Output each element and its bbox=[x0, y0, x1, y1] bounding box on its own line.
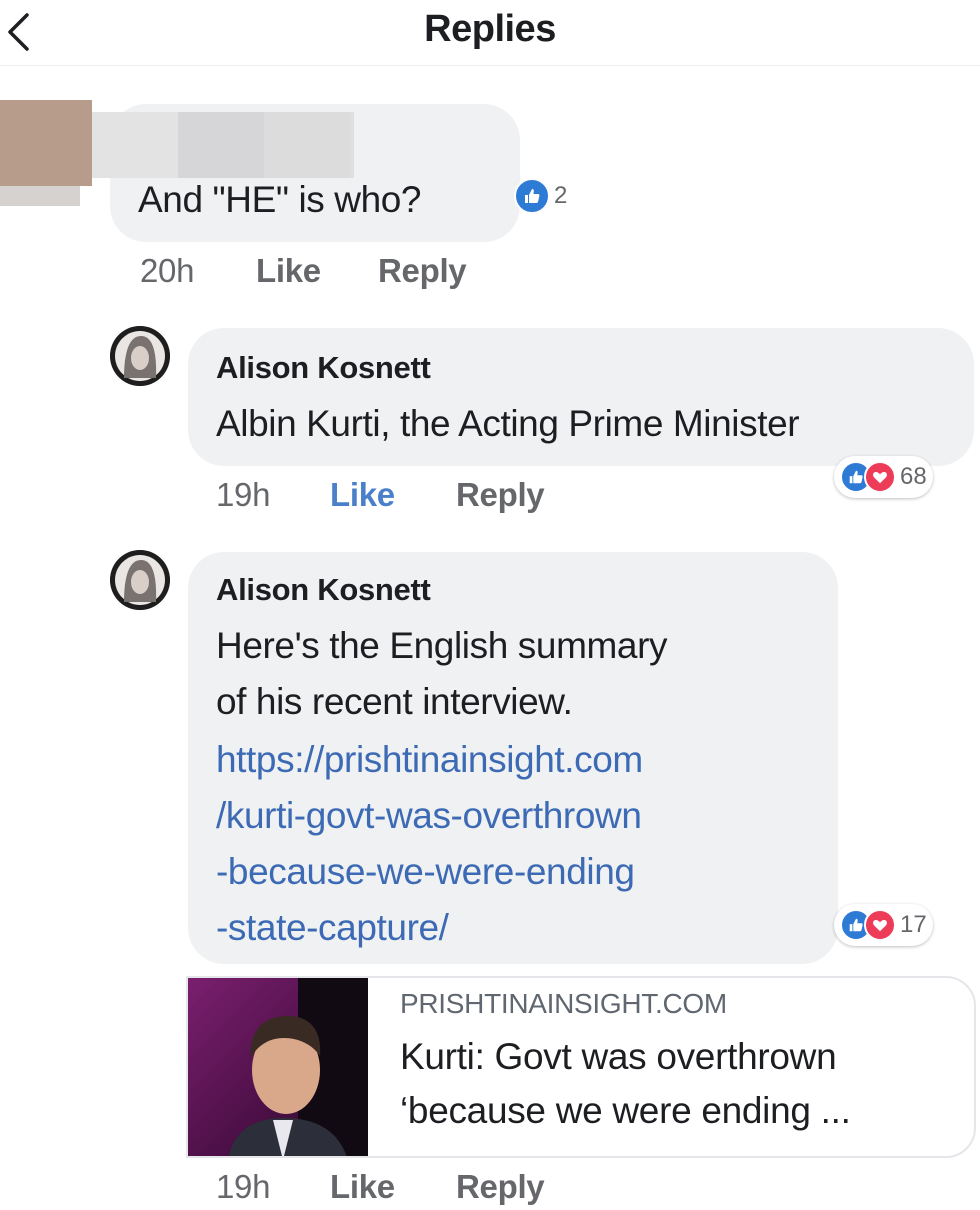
comment-link-line[interactable]: /kurti-govt-was-overthrown bbox=[216, 788, 642, 843]
reaction-summary[interactable]: 17 bbox=[834, 904, 933, 946]
reaction-summary[interactable]: 2 bbox=[508, 176, 573, 216]
link-preview-title-line: Kurti: Govt was overthrown bbox=[400, 1036, 837, 1077]
comment-link-line[interactable]: -state-capture/ bbox=[216, 900, 449, 955]
link-preview-image bbox=[188, 978, 368, 1156]
comment-text-line: of his recent interview. bbox=[216, 681, 573, 722]
reaction-count: 2 bbox=[554, 182, 568, 209]
like-reaction-icon bbox=[514, 178, 550, 214]
comment-text-line: Here's the English summary bbox=[216, 625, 668, 666]
comment-text: Albin Kurti, the Acting Prime Minister bbox=[216, 403, 800, 444]
like-button[interactable]: Like bbox=[256, 252, 321, 290]
love-reaction-icon bbox=[864, 461, 896, 493]
reply-button[interactable]: Reply bbox=[378, 252, 467, 290]
reaction-count: 17 bbox=[900, 911, 927, 938]
comment-link-line[interactable]: -because-we-were-ending bbox=[216, 844, 635, 899]
comment-text: And "HE" is who? bbox=[138, 179, 422, 220]
avatar[interactable] bbox=[110, 550, 170, 610]
redacted-avatar-edge bbox=[0, 186, 80, 206]
redacted-author-name bbox=[92, 112, 354, 178]
link-preview-domain: PRISHTINAINSIGHT.COM bbox=[400, 988, 727, 1019]
comment-time: 20h bbox=[140, 252, 195, 289]
comment-link-line[interactable]: https://prishtinainsight.com bbox=[216, 732, 643, 787]
love-reaction-icon bbox=[864, 909, 896, 941]
like-button[interactable]: Like bbox=[330, 1168, 395, 1206]
avatar[interactable] bbox=[110, 326, 170, 386]
comment-author[interactable]: Alison Kosnett bbox=[216, 572, 431, 608]
comment-author[interactable]: Alison Kosnett bbox=[216, 350, 431, 386]
comment-time: 19h bbox=[216, 476, 271, 513]
reply-button[interactable]: Reply bbox=[456, 476, 545, 514]
reaction-summary[interactable]: 68 bbox=[834, 456, 933, 498]
page-title: Replies bbox=[424, 8, 556, 50]
link-preview-title-line: ‘because we were ending ... bbox=[400, 1090, 851, 1131]
like-button[interactable]: Like bbox=[330, 476, 395, 514]
redacted-avatar bbox=[0, 100, 92, 186]
header-bar: Replies bbox=[0, 0, 980, 66]
link-preview-card[interactable]: PRISHTINAINSIGHT.COM Kurti: Govt was ove… bbox=[186, 976, 976, 1158]
comment-time: 19h bbox=[216, 1168, 271, 1205]
reply-button[interactable]: Reply bbox=[456, 1168, 545, 1206]
reaction-count: 68 bbox=[900, 463, 927, 490]
